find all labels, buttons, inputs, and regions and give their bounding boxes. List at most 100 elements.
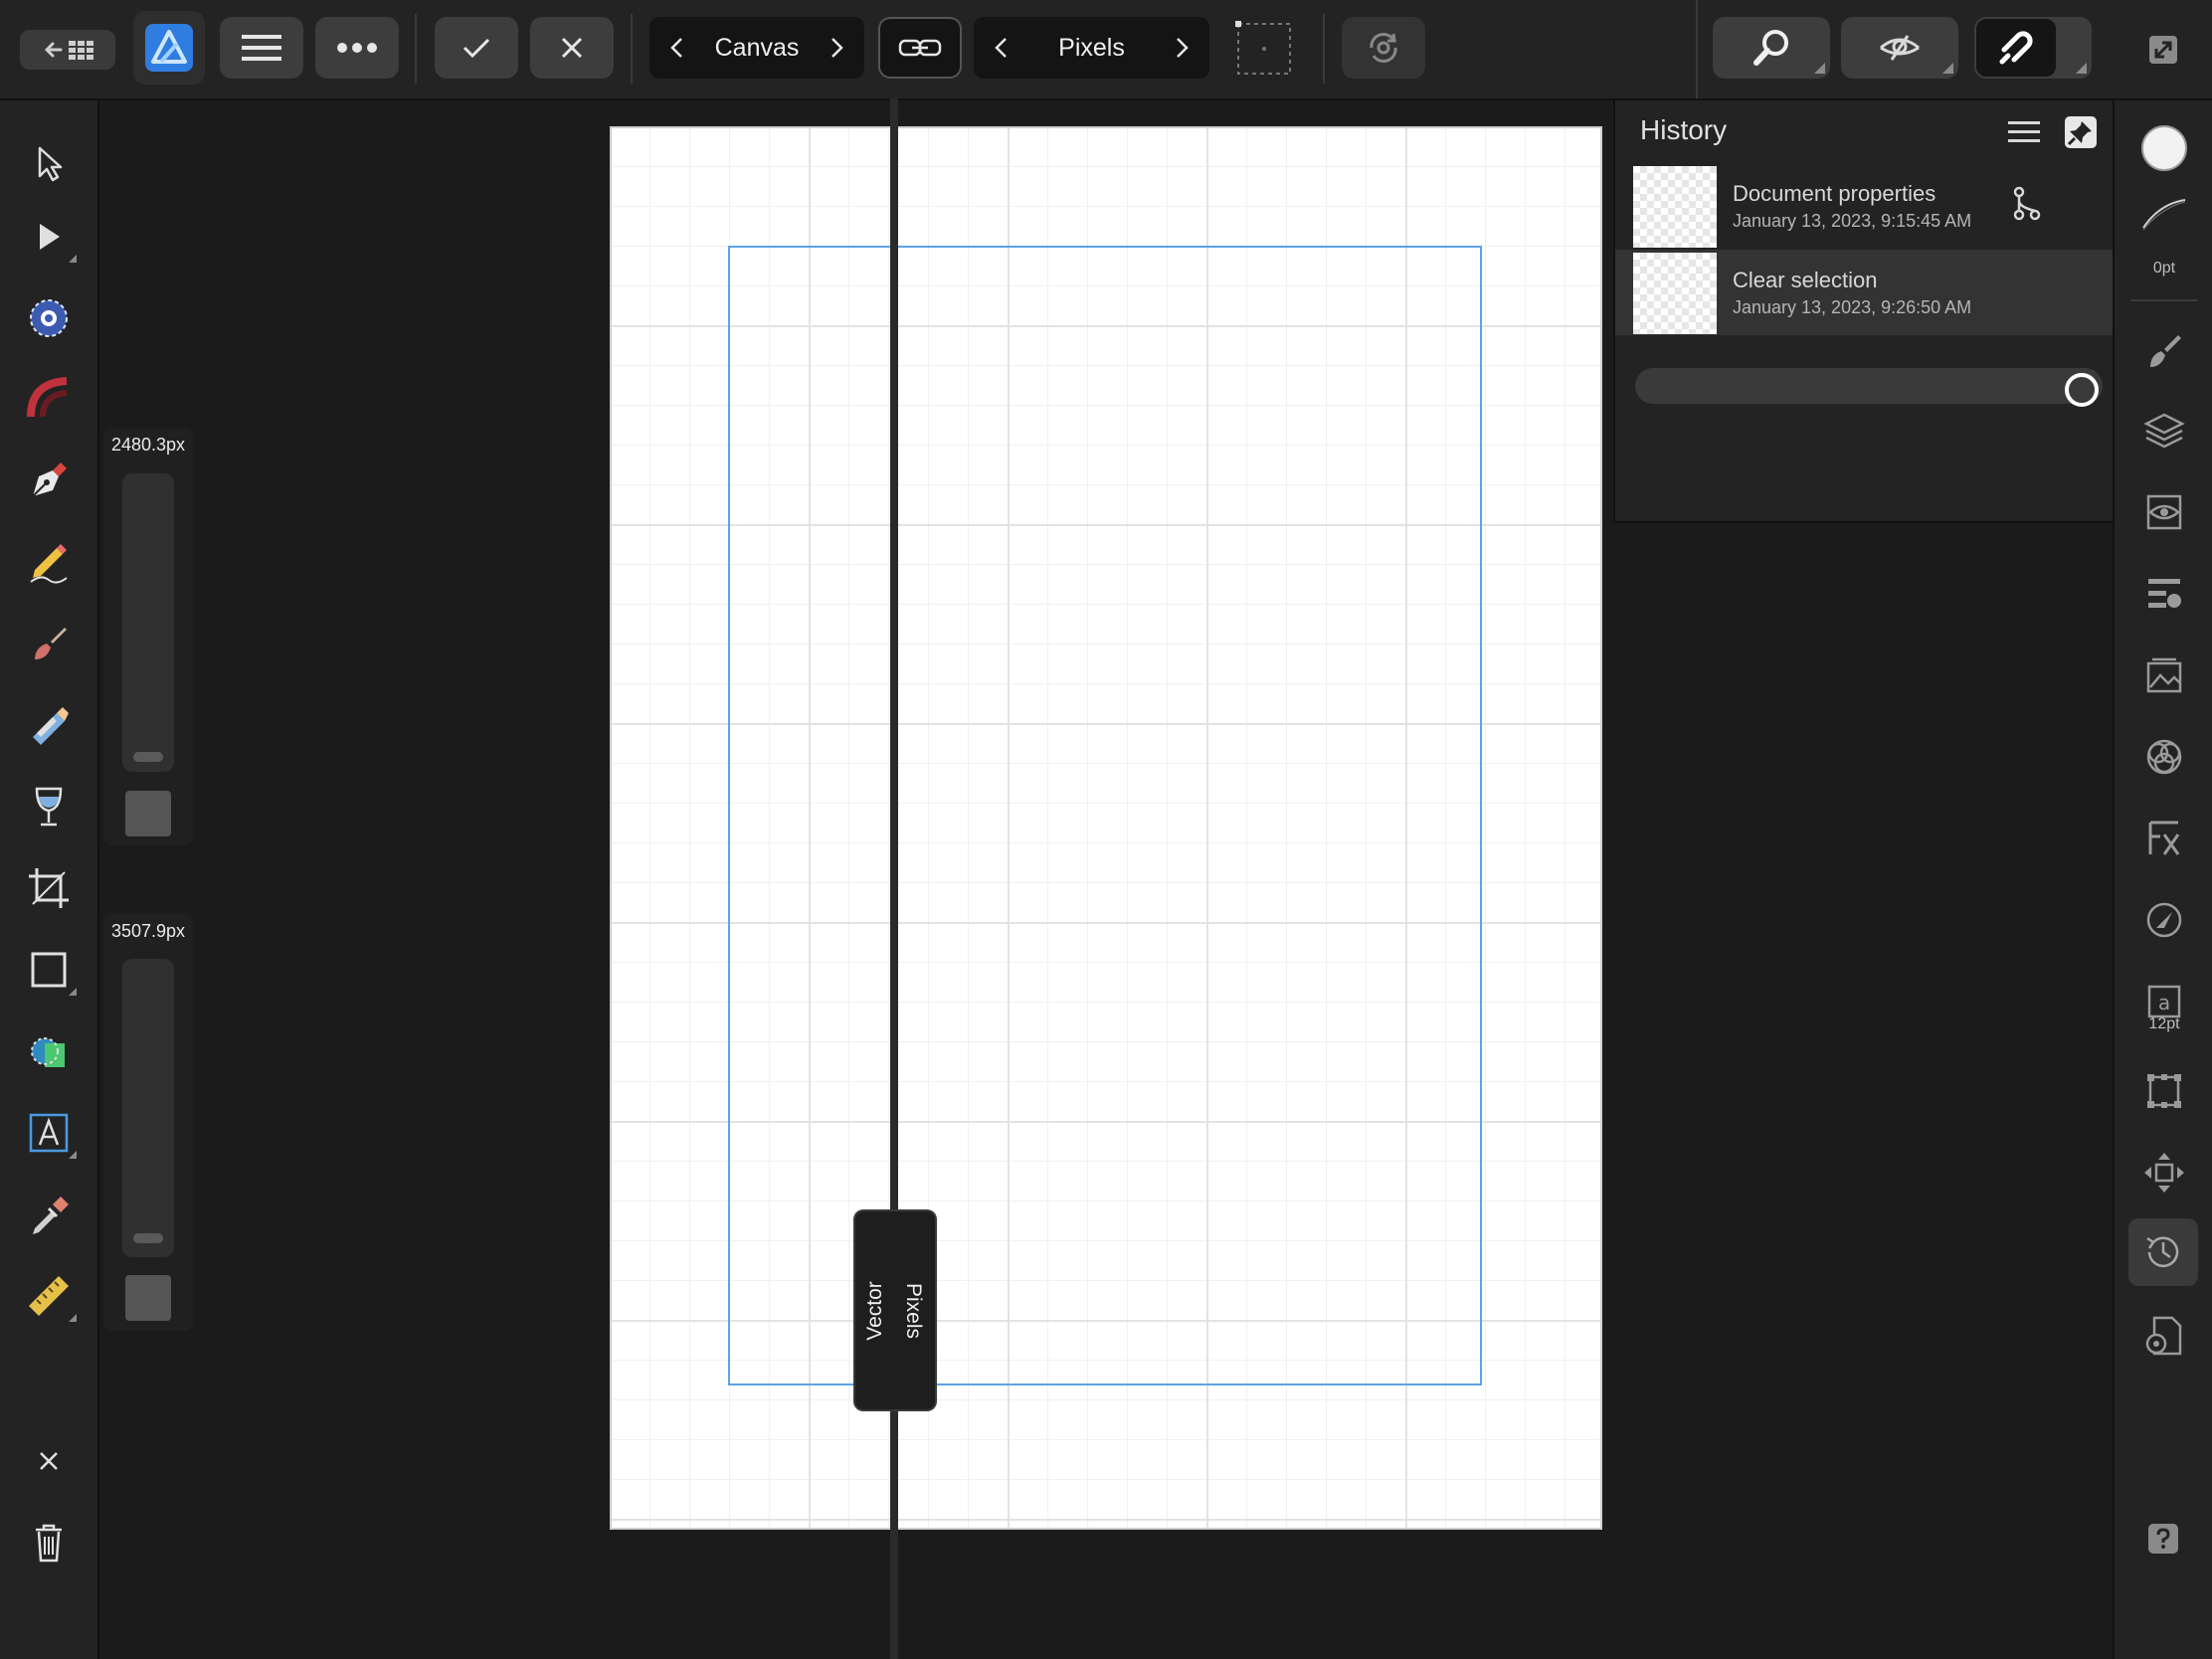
chevron-right-icon[interactable] [1170,36,1196,60]
menu-button[interactable] [220,17,303,79]
document-settings-studio-button[interactable] [2134,1306,2194,1366]
brush-height-value: 3507.9px [110,921,186,941]
slider-knob[interactable] [133,752,163,762]
pencil-icon [30,544,68,584]
panel-menu-button[interactable] [2003,114,2045,150]
submenu-indicator [69,1151,77,1159]
split-view-divider[interactable] [890,98,898,1659]
context-selector-label: Canvas [714,33,800,62]
studio-bar: 0pt a 12pt [2113,100,2212,1659]
shape-builder-tool[interactable] [19,1021,79,1081]
node-tool[interactable] [19,207,79,267]
brush-width-slider[interactable] [122,473,174,772]
effects-studio-button[interactable] [2134,809,2194,868]
back-grid-icon [45,41,93,60]
link-button[interactable] [878,17,962,79]
view-mode-button[interactable] [1841,17,1958,79]
selection-brush-tool[interactable] [19,288,79,348]
brush-width-panel: 2480.3px [103,428,193,845]
hamburger-icon [2008,121,2040,142]
branch-button[interactable] [2011,185,2043,221]
sync-gear-icon [1370,33,1397,63]
link-icon [898,39,942,57]
rectangle-tool[interactable] [19,940,79,1000]
delete-button[interactable] [19,1513,79,1572]
close-context-button[interactable] [19,1431,79,1491]
more-options-button[interactable] [315,17,399,79]
history-thumbnail [1633,166,1717,248]
studio-divider [2130,299,2198,301]
color-picker-tool[interactable] [19,1185,79,1244]
transform-studio-button[interactable] [2134,1061,2194,1121]
channels-studio-button[interactable] [2134,727,2194,787]
gradient-arc-icon [27,377,68,418]
fill-color-icon [2141,125,2187,171]
adjustments-icon [2148,579,2181,608]
vector-brush-tool[interactable] [19,614,79,673]
pin-panel-button[interactable] [2061,112,2101,152]
top-toolbar: Canvas Pixels [0,0,2212,100]
history-studio-button[interactable] [2128,1218,2198,1286]
chevron-left-icon[interactable] [663,36,689,60]
chevron-right-icon[interactable] [825,36,850,60]
arrow-pointer-icon [38,146,63,182]
panel-title: History [1640,114,1728,145]
apply-button[interactable] [435,17,518,79]
pencil-tool[interactable] [19,532,79,592]
history-entry[interactable]: Clear selection January 13, 2023, 9:26:5… [1615,250,2116,335]
pen-tool[interactable] [19,451,79,510]
toolbar-divider [1323,14,1325,84]
stroke-studio-button[interactable] [2134,192,2194,236]
history-entry-title: Clear selection [1733,268,1878,292]
help-button[interactable] [2148,1524,2178,1554]
history-entry[interactable]: Document properties January 13, 2023, 9:… [1615,163,2116,249]
brush-height-slider[interactable] [122,959,174,1257]
chevron-left-icon[interactable] [988,36,1014,60]
brush-icon [35,628,67,659]
text-box-icon: a [2147,985,2181,1018]
crop-tool[interactable] [19,858,79,918]
frame-text-tool[interactable] [19,1103,79,1163]
wine-glass-icon [35,787,63,827]
zoom-button[interactable] [1713,17,1830,79]
sync-button[interactable] [1342,17,1425,79]
brushes-studio-button[interactable] [2134,321,2194,381]
checkmark-icon [462,38,490,59]
branch-icon [2013,186,2041,221]
history-scrubber-knob[interactable] [2065,373,2099,407]
navigator-move-studio-button[interactable] [2134,1143,2194,1202]
back-to-home-button[interactable] [20,30,115,70]
snapping-button[interactable] [1974,17,2092,79]
gradient-tool[interactable] [19,369,79,429]
styles-studio-button[interactable] [2134,890,2194,950]
slider-knob[interactable] [133,1233,163,1243]
persona-switcher-button[interactable] [133,11,205,85]
brush-color-swatch[interactable] [125,1275,171,1321]
svg-text:a: a [2158,991,2170,1014]
units-selector[interactable]: Pixels [974,17,1209,79]
ellipsis-icon [337,43,377,53]
transparency-tool[interactable] [19,777,79,836]
stock-studio-button[interactable] [2134,645,2194,705]
units-selector-label: Pixels [1058,33,1125,62]
context-selector[interactable]: Canvas [649,17,864,79]
hamburger-icon [242,35,281,61]
brush-color-swatch[interactable] [125,791,171,836]
pen-nib-icon [32,462,67,497]
move-tool[interactable] [19,134,79,194]
question-mark-icon [2156,1528,2170,1549]
fullscreen-button[interactable] [2142,30,2184,70]
split-view-handle[interactable]: Vector Pixels [855,1211,935,1409]
text-frame-icon [29,1113,69,1153]
navigator-studio-button[interactable] [2134,482,2194,542]
adjustments-studio-button[interactable] [2134,564,2194,624]
color-studio-button[interactable] [2134,118,2194,178]
measure-tool[interactable] [19,1266,79,1326]
crop-icon [29,868,69,908]
layers-studio-button[interactable] [2134,401,2194,461]
submenu-indicator [1814,63,1825,74]
cancel-button[interactable] [530,17,614,79]
selection-marquee-button[interactable] [1229,17,1295,79]
history-scrubber[interactable] [1635,368,2103,404]
fill-tool[interactable] [19,695,79,755]
